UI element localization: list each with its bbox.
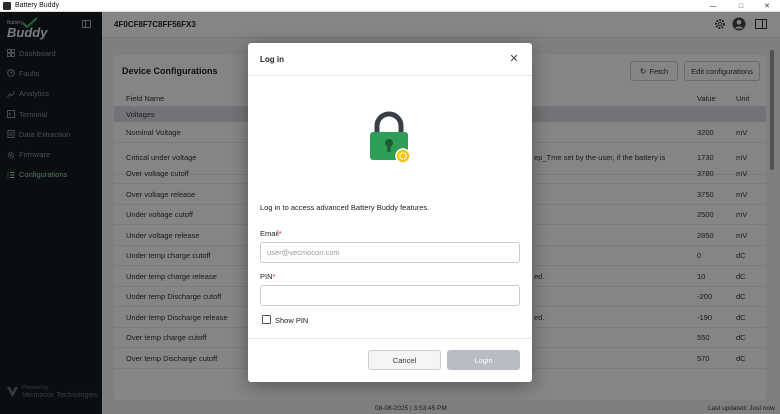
pin-field[interactable] (260, 285, 520, 306)
email-field[interactable] (260, 242, 520, 263)
cancel-button[interactable]: Cancel (368, 350, 441, 370)
required-mark: * (272, 272, 276, 281)
show-pin-checkbox[interactable] (262, 315, 271, 324)
divider (248, 338, 532, 339)
login-button[interactable]: Login (447, 350, 520, 370)
pin-label: PIN* (260, 272, 275, 281)
login-dialog: Log in ✕ Log in to access advanced Batte… (248, 43, 532, 382)
divider (248, 75, 532, 76)
dialog-intro-text: Log in to access advanced Battery Buddy … (260, 203, 430, 212)
close-window-button[interactable]: ✕ (756, 0, 778, 12)
maximize-button[interactable]: □ (730, 0, 752, 12)
dialog-title: Log in (260, 55, 284, 64)
close-icon[interactable]: ✕ (508, 53, 520, 65)
email-label-text: Email (260, 229, 279, 238)
app-icon (3, 1, 11, 10)
cancel-label: Cancel (392, 355, 417, 365)
window-title: Battery Buddy (15, 2, 59, 9)
show-pin-label[interactable]: Show PIN (275, 316, 308, 325)
login-label: Login (474, 355, 493, 365)
required-mark: * (278, 229, 282, 238)
lock-icon (370, 111, 411, 164)
window-titlebar: Battery Buddy — □ ✕ (0, 0, 780, 12)
email-label: Email* (260, 229, 282, 238)
pin-label-text: PIN (260, 272, 273, 281)
minimize-button[interactable]: — (702, 0, 724, 12)
